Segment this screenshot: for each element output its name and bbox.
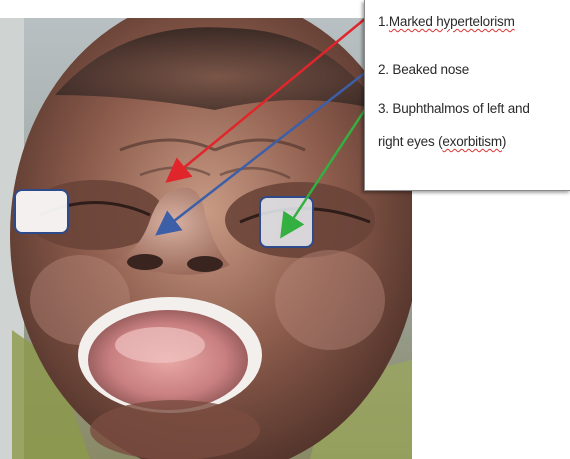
annotation-buphthalmos: 3. Buphthalmos of left and right eyes (e…	[378, 97, 530, 154]
annotation-line: 3. Buphthalmos of left and	[378, 101, 530, 116]
left-eye-marker	[259, 196, 314, 248]
annotation-text: right eyes (	[378, 134, 443, 149]
annotation-text: )	[501, 134, 507, 149]
annotation-term: exorbitism	[442, 134, 502, 149]
annotation-beaked-nose: 2. Beaked nose	[378, 62, 470, 77]
annotation-line: right eyes (exorbitism)	[378, 130, 530, 154]
annotation-number: 1.	[378, 14, 389, 29]
annotation-term: Marked hypertelorism	[388, 14, 515, 29]
right-eye-marker	[14, 189, 69, 234]
annotation-hypertelorism: 1.Marked hypertelorism	[378, 10, 515, 34]
annotation-legend: 1.Marked hypertelorism 2. Beaked nose 3.…	[364, 0, 570, 191]
